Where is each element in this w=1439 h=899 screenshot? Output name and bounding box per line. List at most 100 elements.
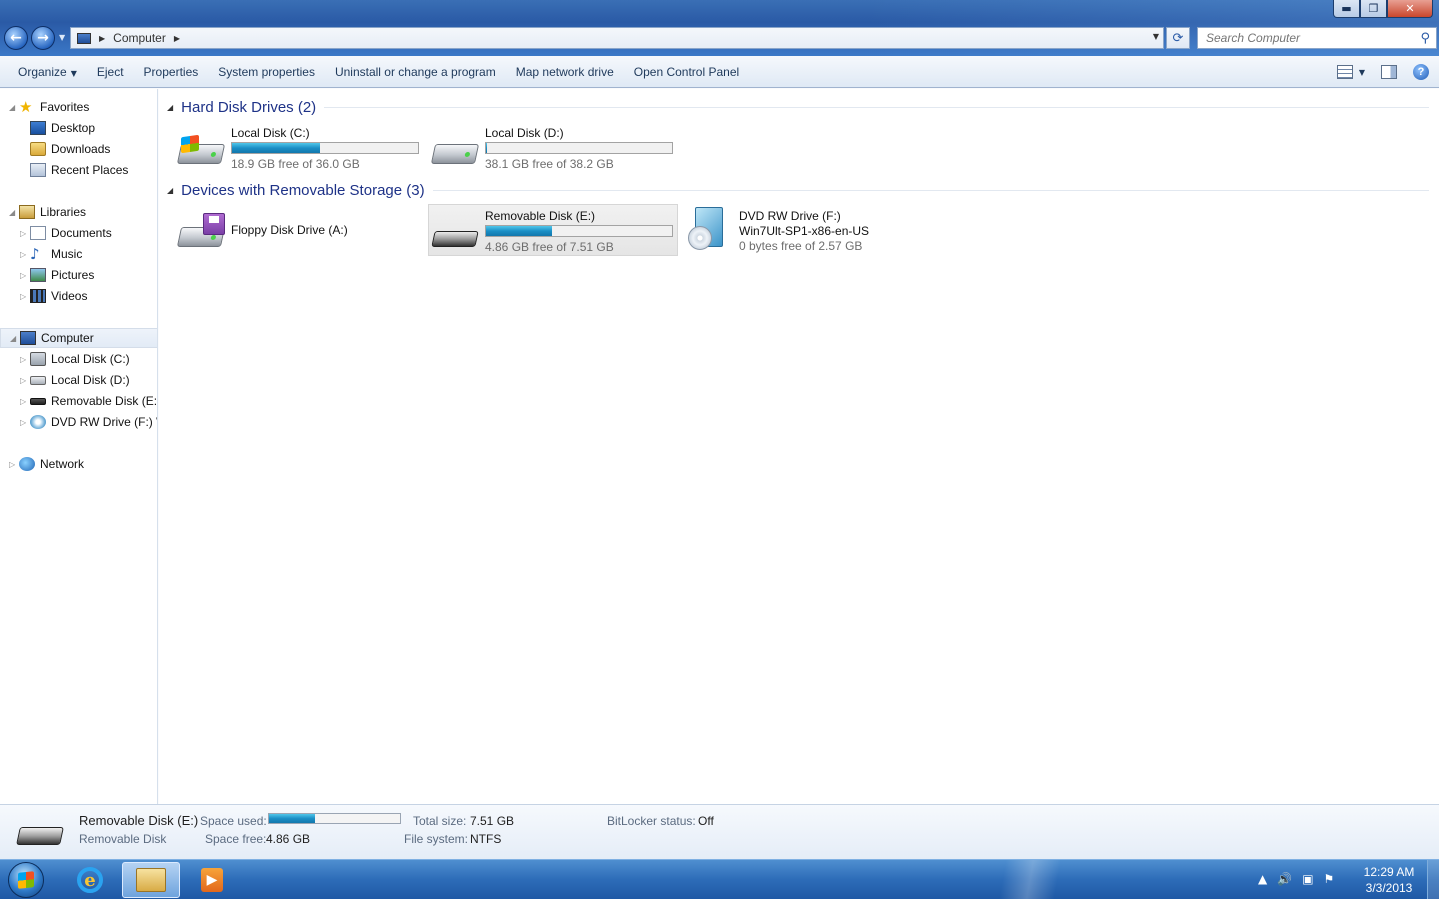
- expand-triangle-icon[interactable]: ▷: [20, 229, 30, 238]
- drive-name: Floppy Disk Drive (A:): [231, 223, 348, 237]
- hard-drive-icon: [430, 130, 480, 170]
- search-box[interactable]: ⚲: [1197, 27, 1437, 49]
- open-control-panel-button[interactable]: Open Control Panel: [624, 56, 749, 88]
- recent-pages-dropdown[interactable]: ▼: [59, 33, 65, 42]
- breadcrumb-chevron-icon[interactable]: ▶: [174, 34, 180, 43]
- star-icon: ★: [19, 98, 33, 116]
- command-bar: Organize ▼ Eject Properties System proper…: [0, 56, 1439, 88]
- taskbar-internet-explorer[interactable]: e: [61, 862, 119, 898]
- usage-bar: [485, 142, 673, 154]
- collapse-triangle-icon[interactable]: ◢: [10, 334, 20, 343]
- collapse-triangle-icon[interactable]: ◢: [9, 103, 19, 112]
- properties-button[interactable]: Properties: [134, 56, 209, 88]
- collapse-group-icon[interactable]: ◢: [167, 103, 173, 112]
- sidebar-label: Libraries: [40, 205, 87, 219]
- map-network-drive-button[interactable]: Map network drive: [506, 56, 624, 88]
- search-icon[interactable]: ⚲: [1420, 31, 1430, 46]
- drive-tile-local-disk-d[interactable]: Local Disk (D:) 38.1 GB free of 38.2 GB: [428, 121, 678, 173]
- back-button[interactable]: ←: [4, 26, 28, 50]
- show-desktop-button[interactable]: [1427, 860, 1439, 899]
- expand-triangle-icon[interactable]: ▷: [20, 397, 30, 406]
- drive-tile-dvd-f[interactable]: DVD RW Drive (F:) Win7Ult-SP1-x86-en-US …: [682, 204, 932, 256]
- expand-triangle-icon[interactable]: ▷: [20, 250, 30, 259]
- sidebar-favorites[interactable]: ◢ ★ Favorites: [9, 97, 89, 117]
- system-drive-icon: [176, 130, 226, 170]
- taskbar-windows-explorer[interactable]: [122, 862, 180, 898]
- system-properties-button[interactable]: System properties: [208, 56, 325, 88]
- search-input[interactable]: [1206, 31, 1406, 45]
- drive-tile-local-disk-c[interactable]: Local Disk (C:) 18.9 GB free of 36.0 GB: [174, 121, 424, 173]
- eject-button[interactable]: Eject: [87, 56, 134, 88]
- expand-triangle-icon[interactable]: ▷: [20, 292, 30, 301]
- organize-menu[interactable]: Organize ▼: [8, 56, 87, 88]
- action-center-flag-icon[interactable]: ⚑: [1324, 872, 1335, 886]
- drive-free-space: 18.9 GB free of 36.0 GB: [231, 157, 360, 171]
- refresh-button[interactable]: ⟳: [1166, 27, 1190, 49]
- expand-triangle-icon[interactable]: ▷: [20, 271, 30, 280]
- internet-explorer-icon: e: [77, 867, 103, 893]
- details-total-size: 7.51 GB: [470, 814, 515, 828]
- details-space-free-label: Space free:: [205, 832, 267, 846]
- drive-tile-removable-disk-e[interactable]: Removable Disk (E:) 4.86 GB free of 7.51…: [428, 204, 678, 256]
- minimize-button[interactable]: ▬: [1333, 0, 1360, 18]
- group-removable-storage[interactable]: ◢ Devices with Removable Storage (3): [167, 180, 1429, 200]
- sidebar-item-pictures[interactable]: ▷ Pictures: [20, 265, 94, 285]
- network-status-icon[interactable]: ▣: [1302, 872, 1313, 886]
- help-icon[interactable]: ?: [1413, 64, 1429, 80]
- sidebar-label: Videos: [51, 289, 88, 303]
- start-button[interactable]: [8, 862, 44, 898]
- sidebar-item-local-disk-d[interactable]: ▷ Local Disk (D:): [20, 370, 130, 390]
- sidebar-network[interactable]: ▷ Network: [9, 454, 84, 474]
- show-hidden-icons-icon[interactable]: ▲: [1258, 872, 1267, 886]
- details-type: Removable Disk: [79, 832, 167, 846]
- system-drive-icon: [30, 352, 46, 366]
- volume-icon[interactable]: 🔊: [1277, 872, 1292, 886]
- sidebar-item-downloads[interactable]: Downloads: [30, 139, 110, 159]
- sidebar-libraries[interactable]: ◢ Libraries: [9, 202, 86, 222]
- uninstall-program-button[interactable]: Uninstall or change a program: [325, 56, 506, 88]
- chevron-down-icon: ▼: [70, 68, 77, 78]
- computer-icon: [77, 32, 91, 44]
- sidebar-item-recent-places[interactable]: Recent Places: [30, 160, 128, 180]
- address-history-dropdown-icon[interactable]: ▼: [1153, 32, 1159, 41]
- expand-triangle-icon[interactable]: ▷: [20, 418, 30, 427]
- desktop-icon: [30, 121, 46, 135]
- breadcrumb-chevron-icon[interactable]: ▶: [99, 34, 105, 43]
- address-bar[interactable]: ▶ Computer ▶ ▼: [70, 27, 1164, 49]
- drive-tile-floppy-a[interactable]: Floppy Disk Drive (A:): [174, 204, 424, 256]
- sidebar-item-local-disk-c[interactable]: ▷ Local Disk (C:): [20, 349, 130, 369]
- sidebar-computer[interactable]: ◢ Computer: [0, 328, 157, 348]
- sidebar-item-desktop[interactable]: Desktop: [30, 118, 95, 138]
- content-pane: ◢ Hard Disk Drives (2) Local Disk (C:) 1…: [159, 89, 1439, 804]
- breadcrumb-computer[interactable]: Computer: [113, 31, 166, 45]
- expand-triangle-icon[interactable]: ▷: [20, 355, 30, 364]
- volume-label: Win7Ult-SP1-x86-en-US: [739, 224, 870, 238]
- sidebar-item-videos[interactable]: ▷ Videos: [20, 286, 87, 306]
- drive-name: Local Disk (C:): [231, 126, 310, 140]
- view-options-dropdown-icon[interactable]: ▼: [1359, 68, 1365, 77]
- sidebar-item-removable-disk-e[interactable]: ▷ Removable Disk (E:): [20, 391, 157, 411]
- expand-triangle-icon[interactable]: ▷: [20, 376, 30, 385]
- navigation-pane: ◢ ★ Favorites Desktop Downloads Recent Pla…: [0, 89, 158, 804]
- taskbar-media-player[interactable]: ▶: [183, 862, 241, 898]
- sidebar-item-documents[interactable]: ▷ Documents: [20, 223, 112, 243]
- forward-button[interactable]: →: [31, 26, 55, 50]
- close-button[interactable]: ✕: [1387, 0, 1433, 18]
- expand-triangle-icon[interactable]: ▷: [9, 460, 19, 469]
- removable-drive-icon: [431, 213, 479, 253]
- music-note-icon: ♪: [30, 245, 40, 263]
- sidebar-label: Favorites: [40, 100, 90, 114]
- group-hard-disk-drives[interactable]: ◢ Hard Disk Drives (2): [167, 97, 1429, 117]
- removable-drive-icon: [30, 397, 46, 405]
- clock[interactable]: 12:29 AM 3/3/2013: [1352, 864, 1426, 896]
- collapse-triangle-icon[interactable]: ◢: [9, 208, 19, 217]
- drive-free-space: 38.1 GB free of 38.2 GB: [485, 157, 614, 171]
- change-view-icon[interactable]: [1336, 65, 1353, 79]
- collapse-group-icon[interactable]: ◢: [167, 186, 173, 195]
- clock-time: 12:29 AM: [1363, 865, 1415, 879]
- sidebar-item-music[interactable]: ▷ ♪ Music: [20, 244, 82, 264]
- restore-button[interactable]: ❐: [1360, 0, 1387, 18]
- network-icon: [19, 457, 35, 471]
- preview-pane-icon[interactable]: [1381, 65, 1397, 79]
- sidebar-item-dvd-drive-f[interactable]: ▷ DVD RW Drive (F:) W: [20, 412, 157, 432]
